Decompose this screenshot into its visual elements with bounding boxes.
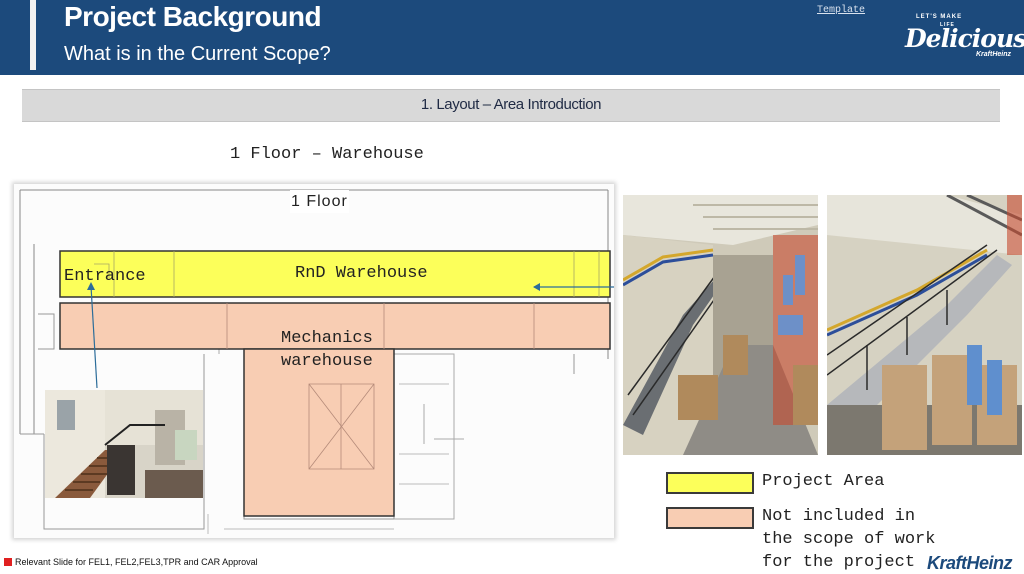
legend-swatch-project-area <box>666 472 754 494</box>
brand-company: KraftHeinz <box>976 51 1012 58</box>
legend-swatch-not-included <box>666 507 754 529</box>
legend-label-project-area: Project Area <box>762 472 885 491</box>
footer-note: Relevant Slide for FEL1, FEL2,FEL3,TPR a… <box>15 557 258 567</box>
legend-label-not-included-2: the scope of work <box>762 530 936 549</box>
red-square-icon <box>4 558 12 566</box>
legend-label-not-included-1: Not included in <box>762 507 916 526</box>
entrance-photo <box>45 390 203 498</box>
footer-logo: KraftHeinz <box>927 553 1013 573</box>
brand-tagline: LET'S MAKE <box>916 14 963 20</box>
floor-caption: 1 Floor – Warehouse <box>230 145 424 164</box>
excluded-zone-block <box>243 348 395 517</box>
brand-logo: LET'S MAKE LIFE Delicious KraftHeinz <box>900 12 1024 62</box>
header-accent-bar <box>30 0 36 70</box>
section-bar: 1. Layout – Area Introduction <box>22 89 1000 122</box>
warehouse-photo-stairs <box>623 195 818 455</box>
slide-header: Project Background What is in the Curren… <box>0 0 1024 75</box>
floor-plan-title: 1 Floor <box>290 190 349 213</box>
section-title: 1. Layout – Area Introduction <box>420 96 602 113</box>
brand-wordmark: Delicious <box>905 24 1024 53</box>
entrance-arrow <box>87 282 98 389</box>
mechanics-label-line1: Mechanics <box>281 329 373 348</box>
slide-title: Project Background <box>64 1 322 32</box>
warehouse-photo-upper-stairs <box>827 195 1022 455</box>
mechanics-label-line2: warehouse <box>281 352 373 371</box>
legend-label-not-included-3: for the project <box>762 553 916 572</box>
slide-subtitle: What is in the Current Scope? <box>64 43 331 65</box>
template-link[interactable]: Template <box>817 5 865 16</box>
rnd-warehouse-label: RnD Warehouse <box>295 264 428 283</box>
